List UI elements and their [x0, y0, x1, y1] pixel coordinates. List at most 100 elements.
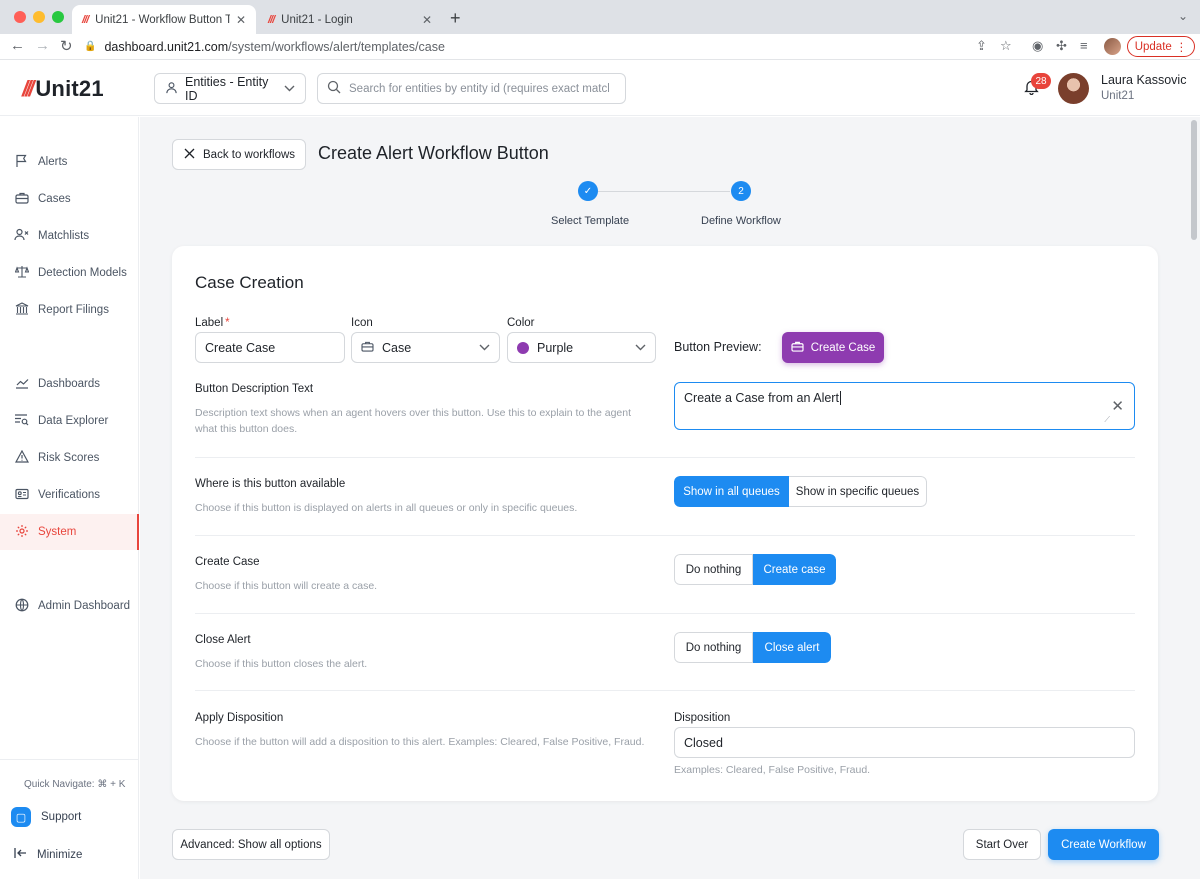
sidebar-item-risk-scores[interactable]: Risk Scores — [0, 440, 139, 476]
clear-icon[interactable]: ✕ — [1111, 397, 1124, 415]
sidebar-item-label: Risk Scores — [38, 452, 100, 464]
entity-type-select[interactable]: Entities - Entity ID — [154, 73, 306, 104]
sidebar-item-label: Data Explorer — [38, 415, 109, 427]
app-header: /// Unit21 Entities - Entity ID 28 Laura… — [0, 61, 1200, 116]
show-specific-queues-option[interactable]: Show in specific queues — [789, 476, 927, 507]
unit21-logo[interactable]: /// Unit21 — [22, 76, 104, 102]
warning-icon — [14, 449, 29, 466]
forward-arrow-icon[interactable]: → — [35, 37, 50, 54]
icon-select[interactable]: Case — [351, 332, 500, 363]
row-divider — [195, 690, 1135, 691]
label-input[interactable]: Create Case — [195, 332, 345, 363]
create-case-toggle: Do nothing Create case — [674, 554, 836, 585]
icon-select-value: Case — [382, 340, 412, 355]
disposition-input[interactable]: Closed — [674, 727, 1135, 758]
share-icon[interactable]: ⇪ — [976, 38, 987, 54]
reload-icon[interactable]: ↻ — [60, 37, 73, 55]
close-icon[interactable]: ✕ — [236, 13, 246, 27]
start-over-button[interactable]: Start Over — [963, 829, 1041, 860]
window-zoom-button[interactable] — [52, 11, 64, 23]
sidebar-item-admin-dashboard[interactable]: Admin Dashboard — [0, 588, 139, 624]
create-case-title: Create Case — [195, 556, 260, 568]
sidebar-item-alerts[interactable]: Alerts — [0, 144, 139, 180]
close-icon[interactable]: ✕ — [422, 13, 432, 27]
step-2-label: Define Workflow — [701, 215, 781, 227]
close-alert-option[interactable]: Close alert — [753, 632, 831, 663]
window-close-button[interactable] — [14, 11, 26, 23]
extension-icon[interactable]: ◉ — [1032, 38, 1043, 54]
sidebar-item-label: Cases — [38, 193, 71, 205]
stepper-connector — [598, 191, 730, 192]
sidebar-item-report-filings[interactable]: Report Filings — [0, 292, 139, 328]
logo-mark: /// — [22, 76, 34, 101]
profile-avatar[interactable] — [1104, 38, 1121, 55]
create-case-do-nothing-option[interactable]: Do nothing — [674, 554, 753, 585]
back-label: Back to workflows — [203, 148, 296, 161]
support-button[interactable]: ▢ Support — [11, 807, 81, 827]
sidebar-item-system[interactable]: System — [0, 514, 139, 550]
browser-tab-workflow[interactable]: /// Unit21 - Workflow Button Temp ✕ — [72, 5, 256, 34]
create-workflow-button[interactable]: Create Workflow — [1048, 829, 1159, 860]
update-label: Update — [1134, 40, 1172, 53]
close-alert-toggle: Do nothing Close alert — [674, 632, 831, 663]
star-icon[interactable]: ☆ — [1000, 38, 1012, 54]
back-arrow-icon[interactable]: ← — [10, 37, 25, 54]
show-all-queues-option[interactable]: Show in all queues — [674, 476, 789, 507]
resize-handle-icon[interactable]: ⟋ — [1104, 415, 1110, 425]
label-field-label: Label * — [195, 317, 230, 329]
create-case-option[interactable]: Create case — [753, 554, 836, 585]
sidebar-item-label: Detection Models — [38, 267, 127, 279]
row-divider — [195, 457, 1135, 458]
color-swatch — [517, 341, 529, 354]
close-icon — [184, 148, 195, 162]
entity-search[interactable] — [317, 73, 626, 104]
advanced-options-button[interactable]: Advanced: Show all options — [172, 829, 330, 860]
label-text: Label — [195, 317, 224, 329]
sidebar-item-verifications[interactable]: Verifications — [0, 477, 139, 513]
collapse-icon — [14, 847, 27, 862]
more-vertical-icon: ⋮ — [1175, 41, 1188, 54]
user-org: Unit21 — [1101, 90, 1135, 102]
step-1-check-icon[interactable]: ✓ — [578, 181, 598, 201]
browser-tab-login[interactable]: /// Unit21 - Login ✕ — [258, 5, 442, 34]
gear-icon — [14, 524, 29, 541]
table-search-icon — [14, 413, 29, 429]
sidebar-item-cases[interactable]: Cases — [0, 181, 139, 217]
chevron-down-icon — [635, 342, 646, 354]
puzzle-icon[interactable]: ✣ — [1056, 38, 1067, 54]
user-name[interactable]: Laura Kassovic — [1101, 73, 1186, 87]
user-x-icon — [14, 228, 29, 244]
window-minimize-button[interactable] — [33, 11, 45, 23]
sidebar-item-data-explorer[interactable]: Data Explorer — [0, 403, 139, 439]
step-2-indicator[interactable]: 2 — [731, 181, 751, 201]
sidebar-item-detection-models[interactable]: Detection Models — [0, 255, 139, 291]
playlist-icon[interactable]: ≡ — [1080, 38, 1088, 53]
chevron-down-icon — [284, 83, 295, 95]
back-to-workflows-button[interactable]: Back to workflows — [172, 139, 306, 170]
minimize-sidebar-button[interactable]: Minimize — [14, 847, 82, 862]
entity-search-input[interactable] — [349, 82, 609, 95]
description-help: Description text shows when an agent hov… — [195, 407, 632, 435]
sidebar: Alerts Cases Matchlists Detection Models… — [0, 117, 139, 879]
disposition-help: Choose if the button will add a disposit… — [195, 736, 645, 748]
scrollbar-thumb[interactable] — [1191, 120, 1197, 240]
url-path: /system/workflows/alert/templates/case — [228, 39, 445, 54]
chevron-down-icon[interactable]: ⌄ — [1178, 9, 1188, 23]
sidebar-item-matchlists[interactable]: Matchlists — [0, 218, 139, 254]
description-textarea[interactable]: Create a Case from an Alert ✕ ⟋ — [674, 382, 1135, 430]
card-title: Case Creation — [195, 273, 304, 292]
close-alert-title: Close Alert — [195, 634, 251, 646]
color-select[interactable]: Purple — [507, 332, 656, 363]
close-alert-do-nothing-option[interactable]: Do nothing — [674, 632, 753, 663]
sidebar-item-dashboards[interactable]: Dashboards — [0, 366, 139, 402]
globe-icon — [14, 598, 29, 615]
avatar[interactable] — [1058, 73, 1089, 104]
minimize-label: Minimize — [37, 848, 83, 861]
new-tab-icon[interactable]: + — [450, 8, 461, 29]
address-bar[interactable]: 🔒 dashboard.unit21.com/system/workflows/… — [84, 36, 1024, 57]
main-scrollbar[interactable] — [1188, 117, 1200, 879]
button-preview[interactable]: Create Case — [782, 332, 884, 363]
step-1-label: Select Template — [551, 215, 630, 227]
update-button[interactable]: Update ⋮ — [1127, 36, 1195, 57]
notification-badge: 28 — [1031, 73, 1051, 89]
